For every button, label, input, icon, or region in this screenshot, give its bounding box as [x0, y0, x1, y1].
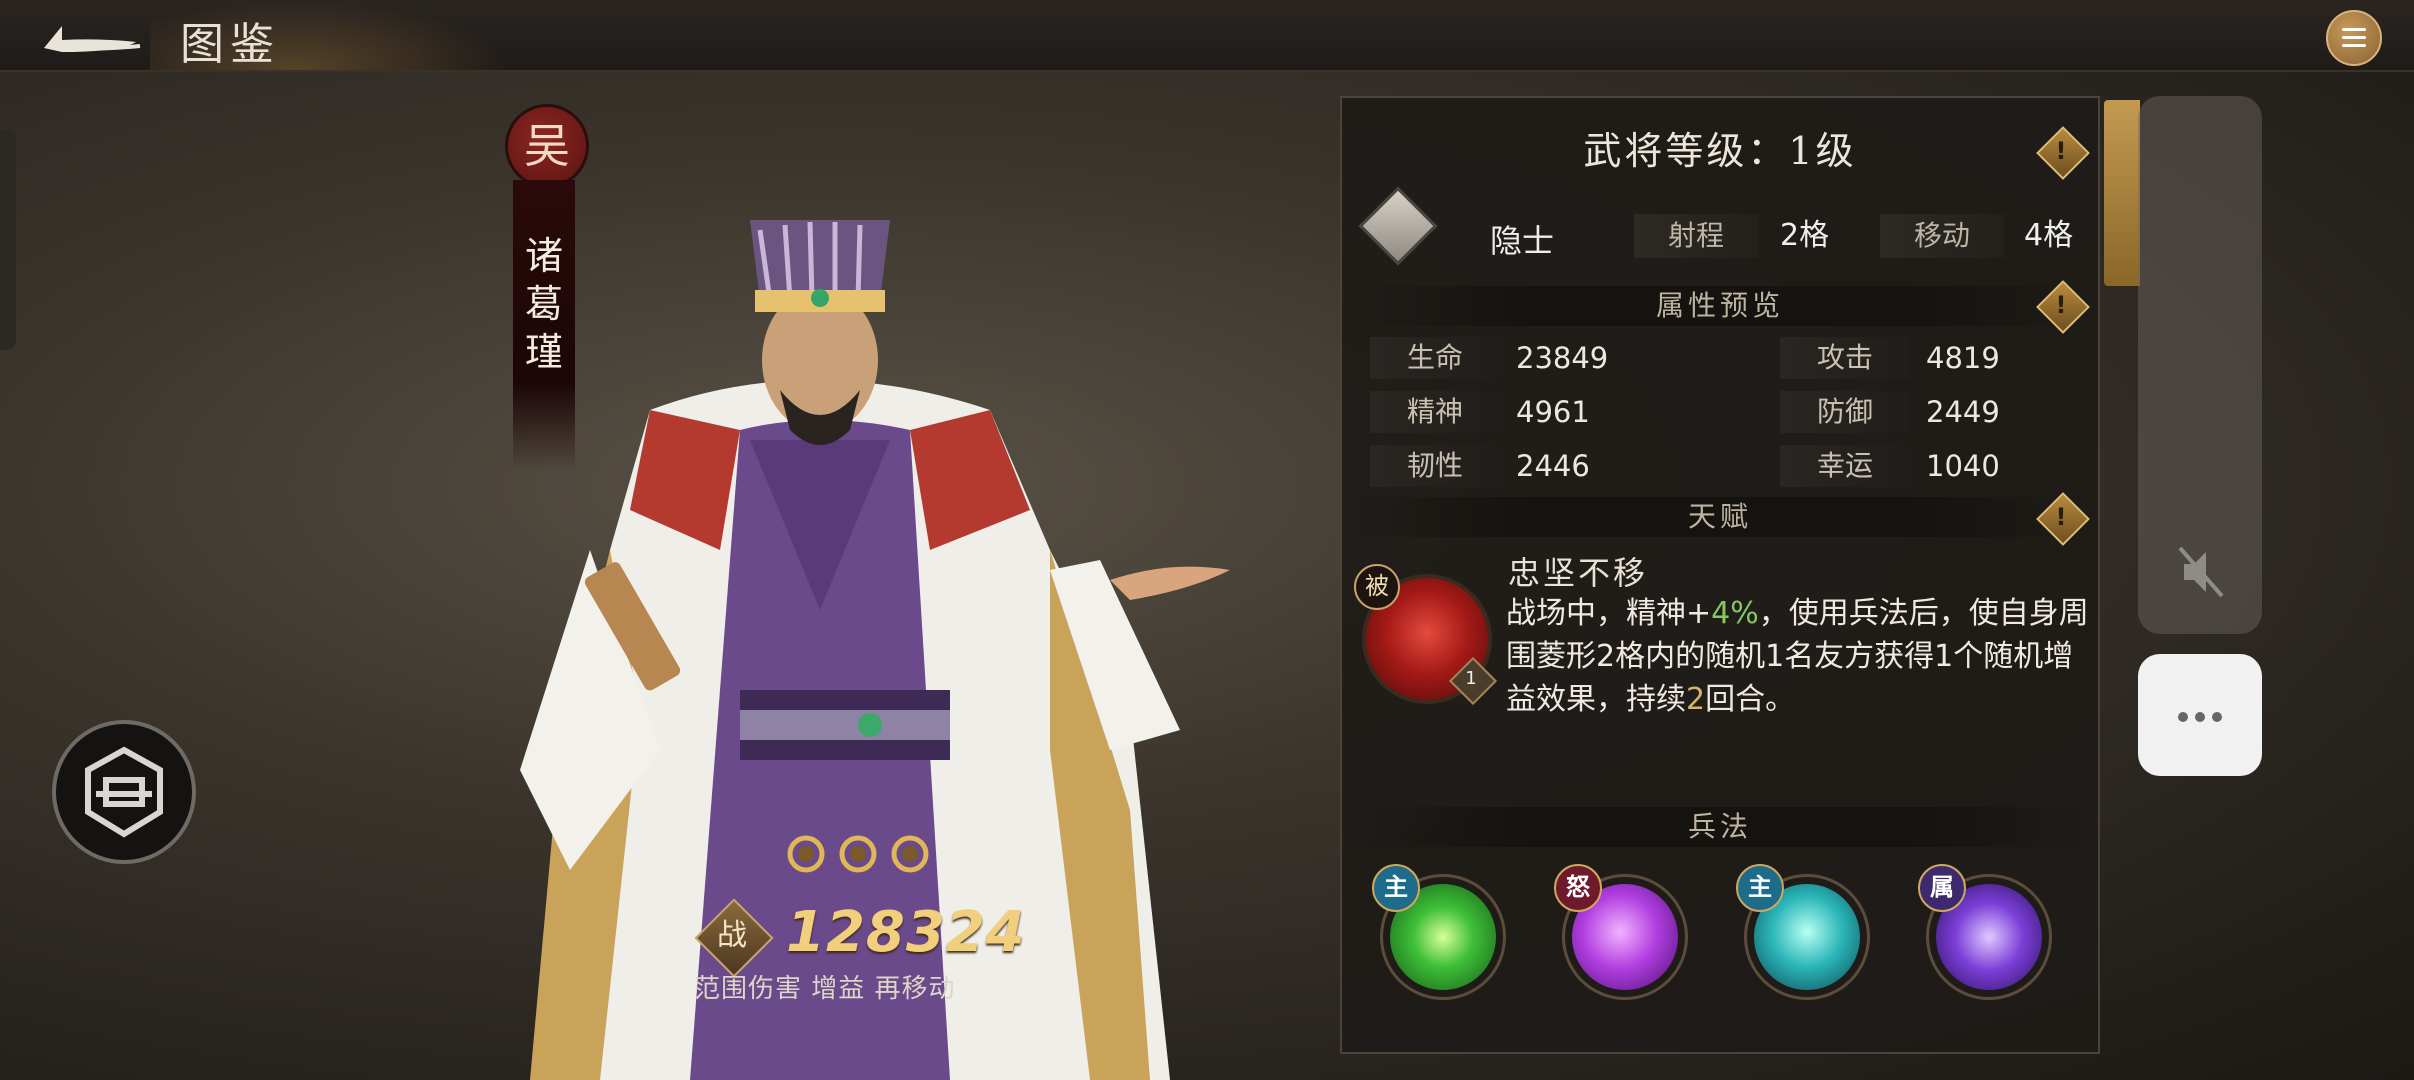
talent-level: 1	[1465, 668, 1477, 689]
formation-skill-button[interactable]	[52, 720, 196, 864]
top-bar: 图鉴	[0, 0, 2414, 72]
attr-label-tenacity: 韧性	[1370, 445, 1500, 487]
art-tag-3: 主	[1736, 864, 1784, 912]
page-title: 图鉴	[180, 19, 280, 70]
move-value: 4格	[2024, 218, 2074, 253]
art-slot-1[interactable]: 主	[1372, 864, 1506, 1000]
back-arrow-icon[interactable]	[40, 12, 150, 58]
range-label: 射程	[1634, 214, 1758, 258]
attr-label-def: 防御	[1780, 391, 1910, 433]
talent-info-glyph: !	[2055, 503, 2067, 531]
attr-label-luck: 幸运	[1780, 445, 1910, 487]
panel-side-tab[interactable]	[2104, 100, 2140, 286]
attr-value-luck: 1040	[1926, 449, 2000, 483]
hero-name-char-2: 葛	[524, 282, 563, 326]
attr-section-title: 属性预览	[1350, 286, 2090, 326]
attr-info-glyph: !	[2055, 291, 2067, 319]
move-label: 移动	[1880, 214, 2004, 258]
attr-label-spirit: 精神	[1370, 391, 1500, 433]
hero-tags: 范围伤害 增益 再移动	[694, 974, 956, 1004]
star-rating	[787, 835, 929, 873]
knot-emblem-icon	[85, 746, 163, 838]
attr-label-hp: 生命	[1370, 337, 1500, 379]
attr-value-tenacity: 2446	[1516, 449, 1590, 483]
talent-name: 忠坚不移	[1508, 554, 1649, 592]
art-slot-3[interactable]: 主	[1736, 864, 1870, 1000]
left-edge-handle[interactable]	[0, 130, 16, 350]
attr-label-atk: 攻击	[1780, 337, 1910, 379]
list-menu-button[interactable]	[2326, 10, 2382, 66]
level-info-glyph: !	[2055, 137, 2067, 165]
talent-passive-badge: 被	[1354, 564, 1400, 610]
talent-description: 战场中，精神+4%，使用兵法后，使自身周围菱形2格内的随机1名友方获得1个随机增…	[1506, 592, 2092, 721]
more-options-button[interactable]	[2138, 654, 2262, 776]
faction-seal: 吴	[505, 104, 589, 188]
class-name: 隐士	[1490, 222, 1555, 260]
mute-icon[interactable]	[2176, 542, 2226, 602]
power-value: 128324	[786, 900, 1026, 965]
hero-name-char-1: 诸	[524, 234, 563, 278]
attr-value-spirit: 4961	[1516, 395, 1590, 429]
talent-desc-turns: 2	[1686, 682, 1706, 717]
hero-name-char-3: 瑾	[524, 330, 563, 374]
attr-value-atk: 4819	[1926, 341, 2000, 375]
attr-value-def: 2449	[1926, 395, 2000, 429]
level-title: 武将等级：1级	[1583, 129, 1857, 173]
arts-section-title: 兵法	[1350, 807, 2090, 847]
attr-value-hp: 23849	[1516, 341, 1609, 375]
hero-name: 诸 葛 瑾	[515, 232, 573, 376]
art-tag-4: 属	[1918, 864, 1966, 912]
art-slot-2[interactable]: 怒	[1554, 864, 1688, 1000]
talent-section-title: 天赋	[1350, 497, 2090, 537]
art-tag-2: 怒	[1554, 864, 1602, 912]
art-tag-1: 主	[1372, 864, 1420, 912]
talent-desc-part1: 战场中，精神+	[1506, 596, 1712, 631]
art-slot-4[interactable]: 属	[1918, 864, 2052, 1000]
power-icon-label: 战	[717, 918, 747, 953]
talent-desc-part3: 回合。	[1705, 682, 1796, 717]
talent-desc-percent: 4%	[1711, 596, 1759, 631]
range-value: 2格	[1780, 218, 1830, 253]
